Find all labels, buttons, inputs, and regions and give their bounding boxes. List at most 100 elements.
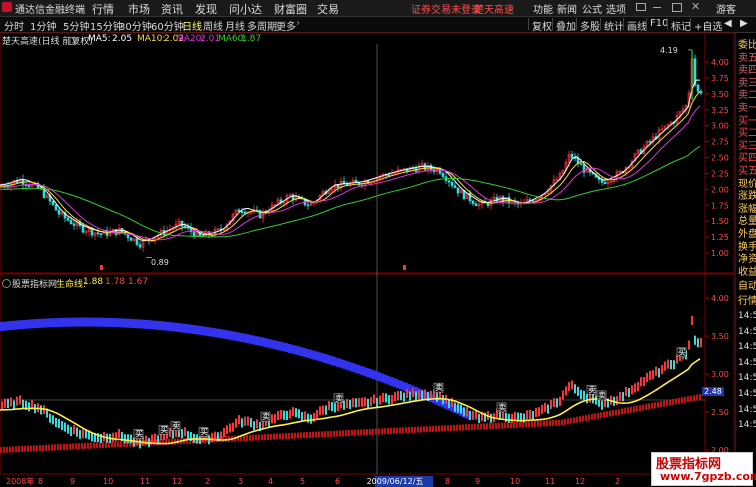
candle-body	[135, 238, 139, 245]
blue-band-seg	[177, 323, 180, 333]
nav-forward-icon[interactable]: ▶	[740, 18, 748, 29]
red-band-seg	[399, 427, 401, 434]
candle-body	[648, 140, 652, 143]
red-band-seg	[243, 435, 245, 442]
red-band-seg	[477, 423, 479, 430]
blue-band-seg	[276, 340, 279, 350]
red-band-seg	[3, 446, 5, 453]
blue-band-seg	[372, 370, 375, 380]
red-band-seg	[438, 425, 440, 432]
blue-band-seg	[156, 320, 159, 330]
red-band-seg	[441, 425, 443, 432]
price-marker: 2.48	[702, 387, 724, 396]
watermark-logo: 股票指标网 www.7gpzb.com	[651, 452, 756, 486]
blue-band-seg	[342, 359, 345, 369]
red-band-seg	[45, 444, 47, 451]
red-band-seg	[279, 433, 281, 440]
mid-arrow-marker	[403, 265, 406, 270]
candle-body	[27, 185, 31, 187]
blue-band-seg	[174, 322, 177, 332]
blue-band-seg	[306, 348, 309, 358]
red-band-seg	[570, 417, 572, 424]
sell-signal: 卖	[588, 385, 596, 394]
red-band-seg	[414, 426, 416, 433]
x-axis-tick: 6	[335, 477, 340, 486]
tick-time: 14:50	[738, 420, 756, 431]
kline-chart[interactable]: 4.00 3.75 3.50 3.25 3.00 2.75 2.50 2.25 2.00 1.75…	[0, 0, 735, 487]
blue-band-seg	[270, 339, 273, 349]
blue-band-seg	[105, 317, 108, 327]
blue-band-seg	[69, 317, 72, 327]
indicator-y-axis: 4.003.503.002.502.00	[705, 294, 729, 455]
red-band-seg	[501, 422, 503, 429]
blue-band-seg	[42, 318, 45, 328]
candle-body	[387, 174, 391, 177]
candle-body	[69, 219, 73, 225]
candle-body	[180, 220, 184, 227]
red-band-seg	[120, 441, 122, 448]
red-band-seg	[81, 443, 83, 450]
candle-body	[579, 163, 583, 165]
red-band-seg	[60, 444, 62, 451]
red-band-seg	[78, 443, 80, 450]
blue-band-seg	[33, 319, 36, 329]
blue-band-seg	[381, 373, 384, 383]
red-band-seg	[420, 426, 422, 433]
blue-band-seg	[3, 321, 6, 331]
red-band-seg	[627, 407, 629, 414]
blue-band-seg	[345, 360, 348, 370]
blue-band-seg	[255, 336, 258, 346]
red-band-seg	[354, 429, 356, 436]
candle-body	[696, 84, 700, 92]
red-band-seg	[384, 428, 386, 435]
blue-band-seg	[204, 326, 207, 336]
red-band-seg	[432, 425, 434, 432]
quote-tab[interactable]: 行情	[738, 292, 756, 307]
blue-band-seg	[99, 317, 102, 327]
blue-band-seg	[60, 317, 63, 327]
candle-body	[531, 200, 535, 203]
blue-band-seg	[303, 347, 306, 357]
quote-tab[interactable]: 自动	[738, 277, 756, 292]
red-band-seg	[12, 446, 14, 453]
blue-band-seg	[324, 354, 327, 364]
red-band-seg	[111, 441, 113, 448]
red-band-seg	[261, 434, 263, 441]
red-band-seg	[339, 430, 341, 437]
blue-band-seg	[153, 320, 156, 330]
red-band-seg	[594, 413, 596, 420]
blue-band-seg	[93, 317, 96, 327]
blue-band-seg	[27, 319, 30, 329]
red-band-seg	[351, 429, 353, 436]
red-band-seg	[378, 428, 380, 435]
red-band-seg	[447, 425, 449, 432]
blue-band-seg	[192, 324, 195, 334]
blue-band-seg	[246, 334, 249, 344]
blue-band-seg	[165, 321, 168, 331]
candle-body	[699, 91, 703, 94]
sell-signal: 卖	[598, 391, 606, 400]
x-axis-tick: 3	[238, 477, 243, 486]
red-band-seg	[690, 395, 692, 402]
red-band-seg	[528, 421, 530, 428]
red-band-seg	[486, 423, 488, 430]
buy-signal: 买	[135, 430, 143, 439]
candle-body	[57, 209, 61, 215]
ma60-line	[0, 145, 701, 238]
red-band-seg	[645, 403, 647, 410]
high-annotation: 4.19	[660, 46, 678, 55]
red-band-seg	[465, 424, 467, 431]
red-band-seg	[483, 423, 485, 430]
red-band-seg	[495, 422, 497, 429]
red-band-seg	[333, 430, 335, 437]
red-band-seg	[309, 431, 311, 438]
red-band-seg	[489, 423, 491, 430]
blue-band-seg	[96, 317, 99, 327]
red-band-seg	[267, 433, 269, 440]
blue-band-seg	[288, 343, 291, 353]
red-band-seg	[540, 420, 542, 427]
red-band-seg	[459, 424, 461, 431]
blue-band-seg	[282, 342, 285, 352]
blue-band-seg	[198, 325, 201, 335]
red-band-seg	[306, 432, 308, 439]
